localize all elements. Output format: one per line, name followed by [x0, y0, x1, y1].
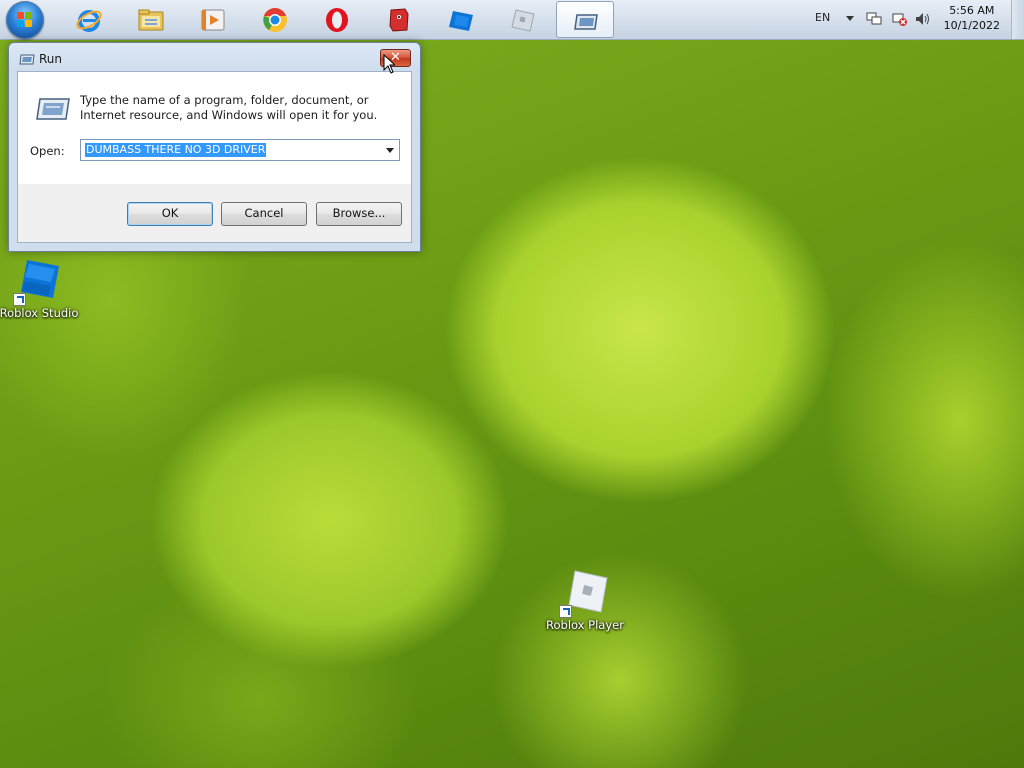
- taskbar-media-player[interactable]: [184, 1, 242, 38]
- taskbar-run[interactable]: [556, 1, 614, 38]
- volume-icon[interactable]: [915, 11, 931, 27]
- taskbar-opera[interactable]: [308, 1, 366, 38]
- open-input-value[interactable]: DUMBASS THERE NO 3D DRIVER: [85, 143, 267, 157]
- opera-browser-icon: [326, 8, 348, 32]
- roblox-player-icon: [511, 9, 535, 32]
- taskbar-file-explorer[interactable]: [122, 1, 180, 38]
- taskbar-red-app[interactable]: [370, 1, 428, 38]
- shortcut-arrow-icon: [13, 293, 26, 306]
- file-explorer-icon: [138, 9, 164, 31]
- run-dialog-title: Run: [39, 52, 63, 66]
- dropdown-arrow-icon[interactable]: [386, 148, 394, 153]
- run-dialog-body: Type the name of a program, folder, docu…: [17, 71, 412, 243]
- internet-explorer-icon: [76, 10, 102, 32]
- roblox-studio-desktop-icon: [13, 256, 63, 306]
- run-description: Type the name of a program, folder, docu…: [80, 93, 378, 122]
- browse-button[interactable]: Browse...: [316, 202, 402, 226]
- language-indicator[interactable]: EN: [815, 11, 830, 24]
- run-dialog-content: [18, 72, 411, 184]
- roblox-studio-icon: [449, 11, 473, 31]
- show-hidden-icons-icon[interactable]: [846, 16, 854, 21]
- run-dialog: Run ✕ Type the name of a program, folder…: [8, 42, 421, 252]
- media-player-icon: [201, 9, 225, 31]
- run-program-icon: [36, 98, 70, 120]
- open-combobox[interactable]: DUMBASS THERE NO 3D DRIVER: [80, 139, 400, 161]
- taskbar-internet-explorer[interactable]: [60, 1, 118, 38]
- run-title-icon: [19, 54, 35, 65]
- open-label: Open:: [30, 144, 65, 158]
- windows-logo-icon: [17, 12, 33, 28]
- run-icon: [574, 14, 598, 30]
- desktop-icon-roblox-player[interactable]: Roblox Player: [543, 568, 627, 632]
- start-button[interactable]: [6, 1, 44, 39]
- taskbar-roblox-studio[interactable]: [432, 1, 490, 38]
- red-app-icon: [389, 8, 409, 32]
- cancel-button[interactable]: Cancel: [221, 202, 307, 226]
- action-center-icon[interactable]: [866, 11, 882, 27]
- roblox-player-desktop-icon: [559, 568, 609, 618]
- clock-date: 10/1/2022: [943, 19, 1000, 32]
- show-desktop-button[interactable]: [1011, 0, 1024, 39]
- taskbar-roblox-player[interactable]: [494, 1, 552, 38]
- clock-time: 5:56 AM: [949, 4, 995, 17]
- mouse-cursor-icon: [383, 54, 395, 74]
- desktop-icon-label: Roblox Studio: [0, 306, 79, 320]
- taskbar: EN 5:56 AM 10/1/2022: [0, 0, 1024, 40]
- chromium-browser-icon: [263, 8, 287, 32]
- network-disconnected-icon[interactable]: [892, 11, 908, 27]
- shortcut-arrow-icon: [559, 605, 572, 618]
- desktop-icon-label: Roblox Player: [546, 618, 624, 632]
- ok-button[interactable]: OK: [127, 202, 213, 226]
- desktop-icon-roblox-studio[interactable]: Roblox Studio: [0, 256, 81, 320]
- taskbar-chromium-browser[interactable]: [246, 1, 304, 38]
- clock[interactable]: 5:56 AM 10/1/2022: [944, 3, 1000, 33]
